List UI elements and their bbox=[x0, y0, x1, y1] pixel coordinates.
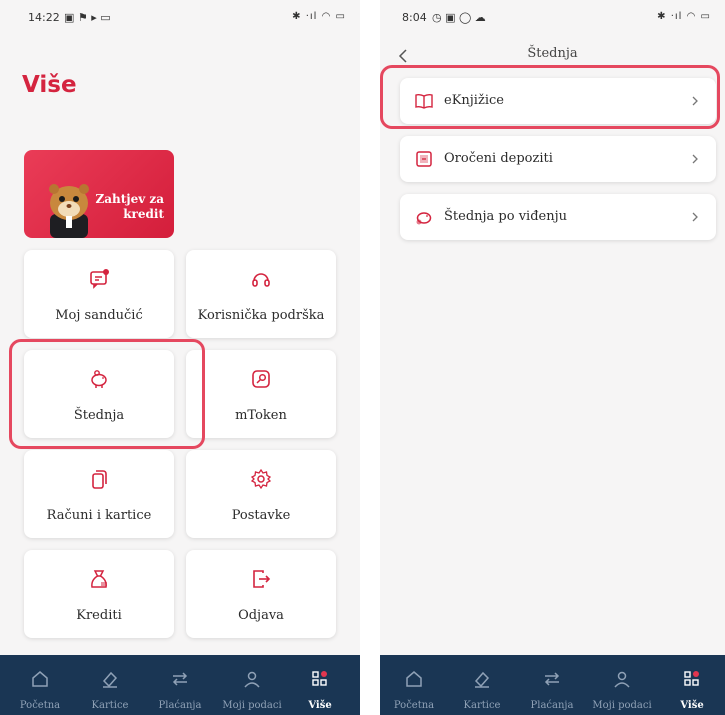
tile-settings[interactable]: Postavke bbox=[186, 450, 336, 538]
nav-label: Početna bbox=[393, 700, 435, 711]
screen-title: Štednja bbox=[527, 46, 578, 61]
row-label: Štednja po viđenju bbox=[444, 209, 568, 224]
status-time: 8:04 bbox=[402, 11, 427, 24]
status-system-icons: ✱ ‧ıl ◠ ▭ bbox=[657, 11, 711, 22]
nav-item-my-data[interactable]: Moji podaci bbox=[592, 655, 652, 715]
tile-label: Odjava bbox=[238, 608, 284, 623]
bottom-navigation: Početna Kartice Plaćanja Moji podaci Viš… bbox=[0, 655, 360, 715]
tile-label: mToken bbox=[235, 408, 287, 423]
home-icon bbox=[32, 671, 48, 687]
more-screen: 14:22 ▣ ⚑ ▸ ▭ ✱ ‧ıl ◠ ▭ Više Zahtjev za … bbox=[0, 0, 360, 715]
nav-label: Više bbox=[308, 700, 332, 711]
grid-icon bbox=[684, 671, 699, 686]
nav-item-my-data[interactable]: Moji podaci bbox=[222, 655, 282, 715]
loan-request-banner[interactable]: Zahtjev za kredit bbox=[24, 150, 174, 238]
nav-label: Plaćanja bbox=[530, 700, 574, 711]
status-bar: 8:04 ◷ ▣ ◯ ☁ ✱ ‧ıl ◠ ▭ bbox=[380, 0, 725, 34]
nav-label: Kartice bbox=[463, 700, 501, 711]
tile-label: Krediti bbox=[76, 608, 122, 623]
tile-mailbox[interactable]: Moj sandučić bbox=[24, 250, 174, 338]
loan-request-line1: Zahtjev za bbox=[95, 192, 164, 206]
tile-accounts-cards[interactable]: Računi i kartice bbox=[24, 450, 174, 538]
nav-label: Početna bbox=[19, 700, 61, 711]
loan-request-text: Zahtjev za kredit bbox=[95, 192, 164, 222]
card-icon bbox=[102, 671, 118, 688]
chevron-right-icon bbox=[692, 154, 698, 164]
tile-logout[interactable]: Odjava bbox=[186, 550, 336, 638]
grid-icon bbox=[312, 671, 327, 686]
cards-icon bbox=[92, 470, 107, 489]
nav-item-home[interactable]: Početna bbox=[10, 655, 70, 715]
row-label: eKnjižice bbox=[444, 93, 504, 108]
hamster-mascot-icon bbox=[49, 184, 89, 238]
money-bag-icon bbox=[91, 570, 107, 588]
bottom-navigation: Početna Kartice Plaćanja Moji podaci Viš… bbox=[380, 655, 725, 715]
nav-label: Plaćanja bbox=[158, 700, 202, 711]
nav-item-cards[interactable]: Kartice bbox=[80, 655, 140, 715]
tile-mtoken[interactable]: mToken bbox=[186, 350, 336, 438]
status-bar: 14:22 ▣ ⚑ ▸ ▭ ✱ ‧ıl ◠ ▭ bbox=[0, 0, 360, 34]
key-icon bbox=[252, 370, 270, 388]
row-ebooklets[interactable]: eKnjižice bbox=[400, 78, 716, 124]
status-notification-icons: ◷ ▣ ◯ ☁ bbox=[432, 11, 486, 24]
headset-icon bbox=[252, 273, 270, 287]
nav-item-cards[interactable]: Kartice bbox=[452, 655, 512, 715]
row-label: Oročeni depoziti bbox=[444, 151, 553, 166]
user-icon bbox=[244, 671, 260, 688]
piggy-bank-icon bbox=[416, 212, 432, 225]
deposit-icon bbox=[416, 151, 432, 167]
tile-support[interactable]: Korisnička podrška bbox=[186, 250, 336, 338]
loan-request-line2: kredit bbox=[123, 207, 164, 221]
tile-label: Računi i kartice bbox=[46, 508, 152, 523]
status-system-icons: ✱ ‧ıl ◠ ▭ bbox=[292, 11, 346, 22]
nav-item-home[interactable]: Početna bbox=[384, 655, 444, 715]
tile-label: Korisnička podrška bbox=[197, 308, 325, 323]
nav-item-more[interactable]: Više bbox=[290, 655, 350, 715]
transfer-icon bbox=[544, 672, 560, 686]
savings-screen: 8:04 ◷ ▣ ◯ ☁ ✱ ‧ıl ◠ ▭ Štednja eKnjižice… bbox=[380, 0, 725, 715]
nav-label: Više bbox=[680, 700, 704, 711]
page-title: Više bbox=[22, 72, 77, 98]
nav-item-payments[interactable]: Plaćanja bbox=[150, 655, 210, 715]
tile-loans[interactable]: Krediti bbox=[24, 550, 174, 638]
user-icon bbox=[614, 671, 630, 688]
card-icon bbox=[474, 671, 490, 688]
nav-label: Moji podaci bbox=[592, 700, 652, 711]
tile-label: Štednja bbox=[73, 408, 125, 423]
tile-label: Postavke bbox=[231, 508, 291, 523]
status-notification-icons: ▣ ⚑ ▸ ▭ bbox=[64, 11, 111, 24]
tile-label: Moj sandučić bbox=[55, 308, 143, 323]
chevron-right-icon bbox=[692, 212, 698, 222]
home-icon bbox=[406, 671, 422, 687]
status-time: 14:22 bbox=[28, 11, 60, 24]
nav-item-more[interactable]: Više bbox=[662, 655, 722, 715]
mailbox-icon bbox=[90, 269, 109, 289]
nav-item-payments[interactable]: Plaćanja bbox=[522, 655, 582, 715]
transfer-icon bbox=[172, 672, 188, 686]
book-icon bbox=[415, 93, 433, 109]
nav-label: Kartice bbox=[91, 700, 129, 711]
piggy-bank-icon bbox=[91, 370, 107, 388]
row-term-deposits[interactable]: Oročeni depoziti bbox=[400, 136, 716, 182]
nav-label: Moji podaci bbox=[222, 700, 282, 711]
chevron-right-icon bbox=[692, 96, 698, 106]
gear-icon bbox=[250, 468, 272, 490]
row-demand-savings[interactable]: Štednja po viđenju bbox=[400, 194, 716, 240]
tile-savings[interactable]: Štednja bbox=[24, 350, 174, 438]
logout-icon bbox=[253, 570, 271, 588]
